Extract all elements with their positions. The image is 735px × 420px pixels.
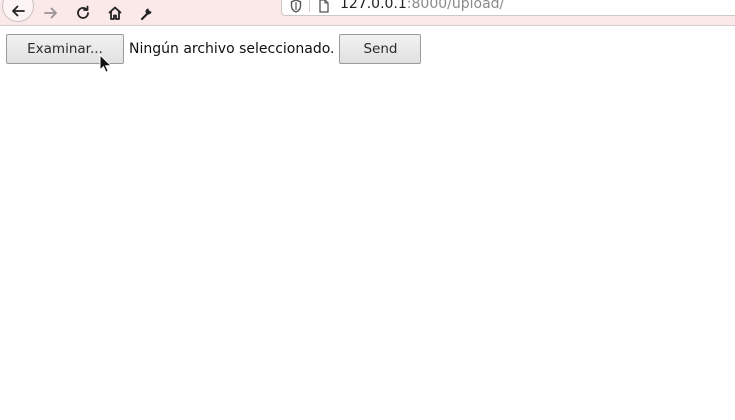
forward-arrow-icon bbox=[44, 7, 57, 19]
reload-button[interactable] bbox=[67, 0, 99, 20]
home-icon bbox=[108, 6, 122, 20]
url-bar[interactable]: 127.0.0.1:8000/upload/ bbox=[281, 0, 735, 16]
file-status-text: Ningún archivo seleccionado. bbox=[129, 41, 335, 57]
send-button[interactable]: Send bbox=[339, 34, 422, 64]
home-button[interactable] bbox=[99, 0, 131, 20]
url-host: 127.0.0.1 bbox=[340, 0, 407, 12]
mouse-pointer-icon bbox=[99, 54, 111, 73]
back-arrow-icon bbox=[12, 5, 25, 17]
url-separator bbox=[309, 0, 310, 12]
shield-icon[interactable] bbox=[290, 0, 302, 17]
browser-toolbar: 127.0.0.1:8000/upload/ bbox=[0, 0, 735, 26]
upload-form: Examinar... Ningún archivo seleccionado.… bbox=[6, 34, 422, 64]
reload-icon bbox=[77, 5, 89, 19]
url-path: :8000/upload/ bbox=[406, 0, 505, 12]
url-text[interactable]: 127.0.0.1:8000/upload/ bbox=[340, 0, 504, 12]
page-icon[interactable] bbox=[318, 0, 330, 17]
tools-button[interactable] bbox=[131, 0, 163, 21]
back-button[interactable] bbox=[2, 0, 34, 22]
forward-button[interactable] bbox=[35, 0, 67, 20]
wrench-icon bbox=[140, 8, 152, 21]
